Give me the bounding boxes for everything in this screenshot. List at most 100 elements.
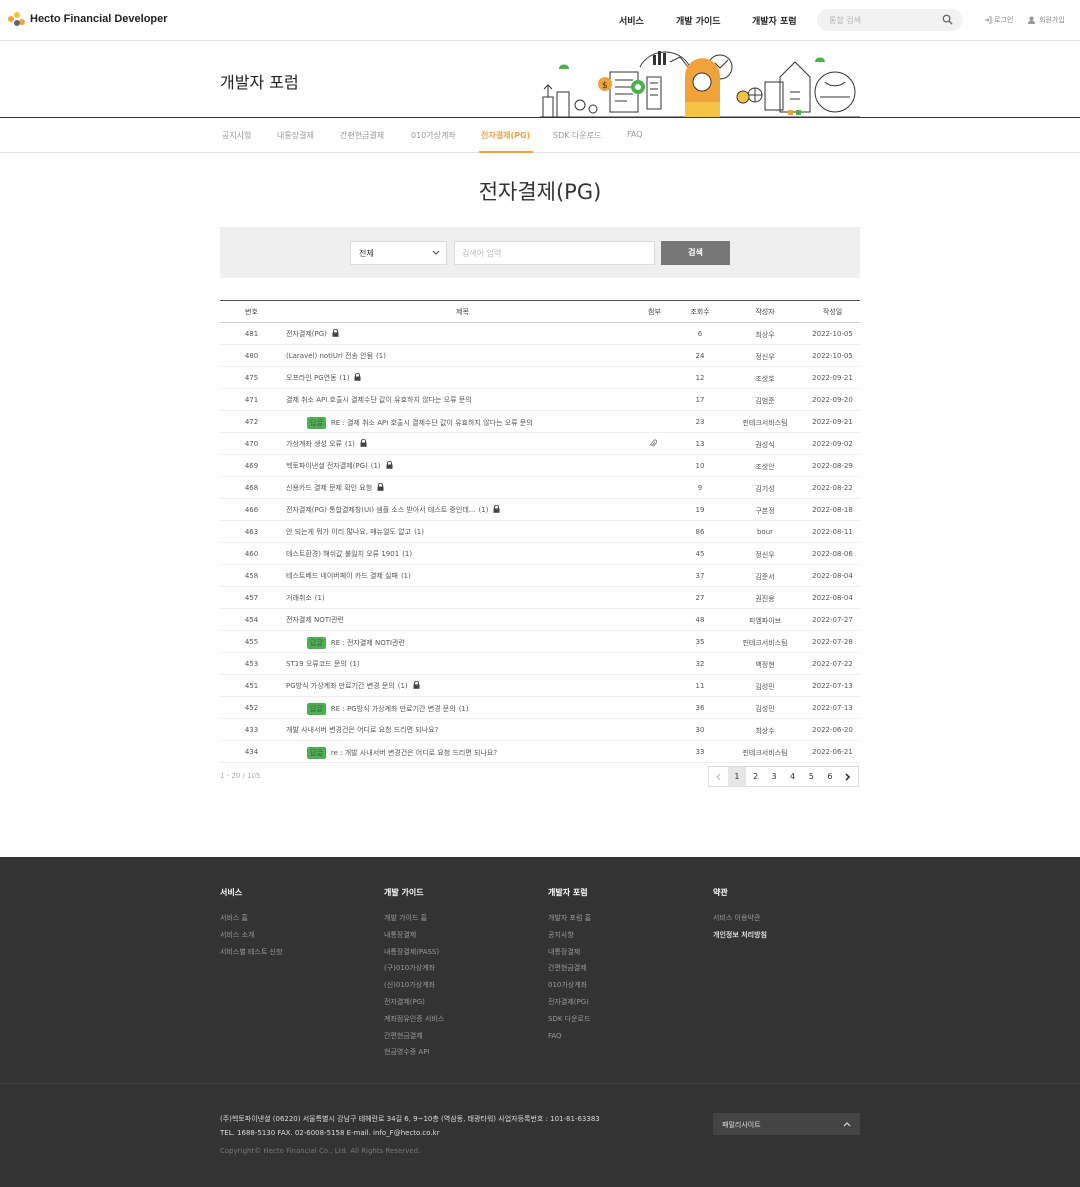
table-row[interactable]: 434 답글 re : 개발 사내서버 변경건은 어디로 요청 드리면 되나요? 33… <box>220 741 860 763</box>
footer-link-privacy[interactable]: 개인정보 처리방침 <box>713 927 767 944</box>
post-title[interactable]: RE : 결제 취소 API 호출시 결제수단 값이 유효하지 않다는 오류 문… <box>331 418 533 428</box>
post-title[interactable]: 신용카드 결제 문제 확인 요청 <box>286 483 372 493</box>
post-title[interactable]: 전자결제 NOTI관련 <box>286 615 344 625</box>
post-title-cell[interactable]: 답글 RE : 결제 취소 API 호출시 결제수단 값이 유효하지 않다는 오류… <box>286 417 533 429</box>
nav-services[interactable]: 서비스 <box>619 14 644 27</box>
table-row[interactable]: 471 결제 취소 API 호출시 결제수단 값이 유효하지 않다는 오류 문의 1… <box>220 389 860 411</box>
post-title[interactable]: RE : PG방식 가상계좌 만료기간 변경 문의 <box>331 704 456 714</box>
table-row[interactable]: 455 답글 RE : 전자결제 NOTI관련 35 핀테크서비스팀 2022-07-28 <box>220 631 860 653</box>
search-button[interactable]: 검색 <box>661 241 730 265</box>
post-title-cell[interactable]: ST19 오류코드 문의 (1) <box>286 659 360 669</box>
post-title-cell[interactable]: 전자결제(PG) 통합결제창(UI) 샘플 소스 받아서 테스트 중인데...(… <box>286 504 500 515</box>
post-title-cell[interactable]: 답글 RE : 전자결제 NOTI관련 <box>286 637 405 649</box>
post-title[interactable]: 가상계좌 생성 오류 <box>286 439 342 449</box>
page-6[interactable]: 6 <box>821 767 840 786</box>
footer-link[interactable]: 010가상계좌 <box>548 977 591 994</box>
table-row[interactable]: 463 안 되는게 뭐가 이리 많나요, 매뉴얼도 없고 (1) 86 bour 2022… <box>220 521 860 543</box>
search-icon[interactable] <box>942 14 953 25</box>
global-search-input[interactable]: 통합 검색 <box>817 9 963 31</box>
post-title-cell[interactable]: 안 되는게 뭐가 이리 많나요, 매뉴얼도 없고 (1) <box>286 527 424 537</box>
post-title-cell[interactable]: 테스트베드 네이버페이 카드 결제 실패 (1) <box>286 571 411 581</box>
footer-link[interactable]: 전자결제(PG) <box>548 994 591 1011</box>
post-title-cell[interactable]: 답글 re : 개발 사내서버 변경건은 어디로 요청 드리면 되나요? <box>286 747 497 759</box>
post-title[interactable]: PG방식 가상계좌 만료기간 변경 문의 <box>286 681 395 691</box>
post-title[interactable]: 전자결제(PG) <box>286 329 327 339</box>
table-row[interactable]: 433 개발 사내서버 변경건은 어디로 요청 드리면 되나요? 30 최상수 2022… <box>220 719 860 741</box>
tab-notice[interactable]: 공지사항 <box>222 130 251 141</box>
footer-link[interactable]: 개발 가이드 홈 <box>384 910 444 927</box>
table-row[interactable]: 472 답글 RE : 결제 취소 API 호출시 결제수단 값이 유효하지 않다는… <box>220 411 860 433</box>
footer-link[interactable]: 서비스별 테스트 신청 <box>220 944 282 961</box>
post-title-cell[interactable]: 전자결제(PG) <box>286 328 339 339</box>
tab-account-payment[interactable]: 내통장결제 <box>277 130 314 141</box>
tab-010-virtual-account[interactable]: 010가상계좌 <box>411 130 456 141</box>
post-title-cell[interactable]: 가상계좌 생성 오류 (1) <box>286 438 367 449</box>
post-title[interactable]: 테스트베드 네이버페이 카드 결제 실패 <box>286 571 398 581</box>
next-page-button[interactable] <box>839 767 858 786</box>
footer-link[interactable]: 간편현금결제 <box>548 960 591 977</box>
table-row[interactable]: 468 신용카드 결제 문제 확인 요청 9 김기성 2022-08-22 <box>220 477 860 499</box>
table-row[interactable]: 470 가상계좌 생성 오류 (1) 13 권성식 2022-09-02 <box>220 433 860 455</box>
footer-link[interactable]: 서비스 소개 <box>220 927 282 944</box>
search-scope-select[interactable]: 전체 <box>350 241 447 265</box>
footer-link[interactable]: 공지사항 <box>548 927 591 944</box>
footer-link[interactable]: (구)010가상계좌 <box>384 960 444 977</box>
table-row[interactable]: 475 오프라인 PG연동 (1) 12 조성호 2022-09-21 <box>220 367 860 389</box>
table-row[interactable]: 460 테스트환경) 해쉬값 불일치 오류 1901 (1) 45 정신우 2022-08… <box>220 543 860 565</box>
footer-link[interactable]: 내통장결제(PASS) <box>384 944 444 961</box>
attachment-icon[interactable] <box>650 439 658 448</box>
footer-link[interactable]: 내통장결제 <box>548 944 591 961</box>
post-title[interactable]: 결제 취소 API 호출시 결제수단 값이 유효하지 않다는 오류 문의 <box>286 395 472 405</box>
post-title[interactable]: 안 되는게 뭐가 이리 많나요, 매뉴얼도 없고 <box>286 527 411 537</box>
post-title-cell[interactable]: 헥토파이낸셜 전자결제(PG) (1) <box>286 460 393 471</box>
table-row[interactable]: 469 헥토파이낸셜 전자결제(PG) (1) 10 조성안 2022-08-29 <box>220 455 860 477</box>
keyword-input[interactable]: 검색어 입력 <box>454 241 655 265</box>
tab-pg[interactable]: 전자결제(PG) <box>481 130 530 141</box>
tab-faq[interactable]: FAQ <box>627 130 643 139</box>
post-title[interactable]: 헥토파이낸셜 전자결제(PG) <box>286 461 368 471</box>
footer-link[interactable]: SDK 다운로드 <box>548 1011 591 1028</box>
footer-link[interactable]: FAQ <box>548 1028 591 1045</box>
table-row[interactable]: 458 테스트베드 네이버페이 카드 결제 실패 (1) 37 김준서 2022-08-0… <box>220 565 860 587</box>
post-title-cell[interactable]: (Laravel) notiUrl 전송 안됨 (1) <box>286 351 386 361</box>
post-title[interactable]: re : 개발 사내서버 변경건은 어디로 요청 드리면 되나요? <box>331 748 497 758</box>
footer-link[interactable]: 개발자 포럼 홈 <box>548 910 591 927</box>
page-2[interactable]: 2 <box>746 767 765 786</box>
family-site-select[interactable]: 패밀리사이트 <box>713 1113 860 1135</box>
table-row[interactable]: 481 전자결제(PG) 6 최상우 2022-10-05 <box>220 323 860 345</box>
footer-link[interactable]: 간편현금결제 <box>384 1028 444 1045</box>
post-title[interactable]: 개발 사내서버 변경건은 어디로 요청 드리면 되나요? <box>286 725 438 735</box>
post-title[interactable]: ST19 오류코드 문의 <box>286 659 347 669</box>
footer-link[interactable]: 현금영수증 API <box>384 1044 444 1061</box>
footer-link[interactable]: 서비스 이용약관 <box>713 910 767 927</box>
table-row[interactable]: 454 전자결제 NOTI관련 48 피엠파이브 2022-07-27 <box>220 609 860 631</box>
footer-link[interactable]: 서비스 홈 <box>220 910 282 927</box>
post-title-cell[interactable]: 결제 취소 API 호출시 결제수단 값이 유효하지 않다는 오류 문의 <box>286 395 472 405</box>
post-title-cell[interactable]: PG방식 가상계좌 만료기간 변경 문의 (1) <box>286 680 420 691</box>
post-title[interactable]: 테스트환경) 해쉬값 불일치 오류 1901 <box>286 549 399 559</box>
table-row[interactable]: 451 PG방식 가상계좌 만료기간 변경 문의 (1) 11 김성민 2022-07-1… <box>220 675 860 697</box>
tab-sdk-download[interactable]: SDK 다운로드 <box>553 130 601 141</box>
post-title-cell[interactable]: 테스트환경) 해쉬값 불일치 오류 1901 (1) <box>286 549 412 559</box>
footer-link[interactable]: (신)010가상계좌 <box>384 977 444 994</box>
post-title-cell[interactable]: 전자결제 NOTI관련 <box>286 615 344 625</box>
post-title-cell[interactable]: 오프라인 PG연동 (1) <box>286 372 361 383</box>
table-row[interactable]: 457 거래취소 (1) 27 권진용 2022-08-04 <box>220 587 860 609</box>
signup-link[interactable]: 회원가입 <box>1028 15 1065 25</box>
post-title[interactable]: 전자결제(PG) 통합결제창(UI) 샘플 소스 받아서 테스트 중인데... <box>286 505 475 515</box>
tab-easy-cash[interactable]: 간편현금결제 <box>340 130 384 141</box>
page-5[interactable]: 5 <box>802 767 821 786</box>
post-title[interactable]: 거래취소 <box>286 593 312 603</box>
post-title[interactable]: 오프라인 PG연동 <box>286 373 337 383</box>
post-title-cell[interactable]: 답글 RE : PG방식 가상계좌 만료기간 변경 문의 (1) <box>286 703 469 715</box>
table-row[interactable]: 466 전자결제(PG) 통합결제창(UI) 샘플 소스 받아서 테스트 중인데.… <box>220 499 860 521</box>
prev-page-button[interactable] <box>709 767 728 786</box>
page-3[interactable]: 3 <box>765 767 784 786</box>
post-title-cell[interactable]: 신용카드 결제 문제 확인 요청 <box>286 482 384 493</box>
nav-dev-guide[interactable]: 개발 가이드 <box>676 14 721 27</box>
post-title[interactable]: (Laravel) notiUrl 전송 안됨 <box>286 351 373 361</box>
table-row[interactable]: 452 답글 RE : PG방식 가상계좌 만료기간 변경 문의 (1) 36 김성민 20… <box>220 697 860 719</box>
post-title[interactable]: RE : 전자결제 NOTI관련 <box>331 638 405 648</box>
login-link[interactable]: 로그인 <box>984 15 1013 25</box>
page-4[interactable]: 4 <box>783 767 802 786</box>
